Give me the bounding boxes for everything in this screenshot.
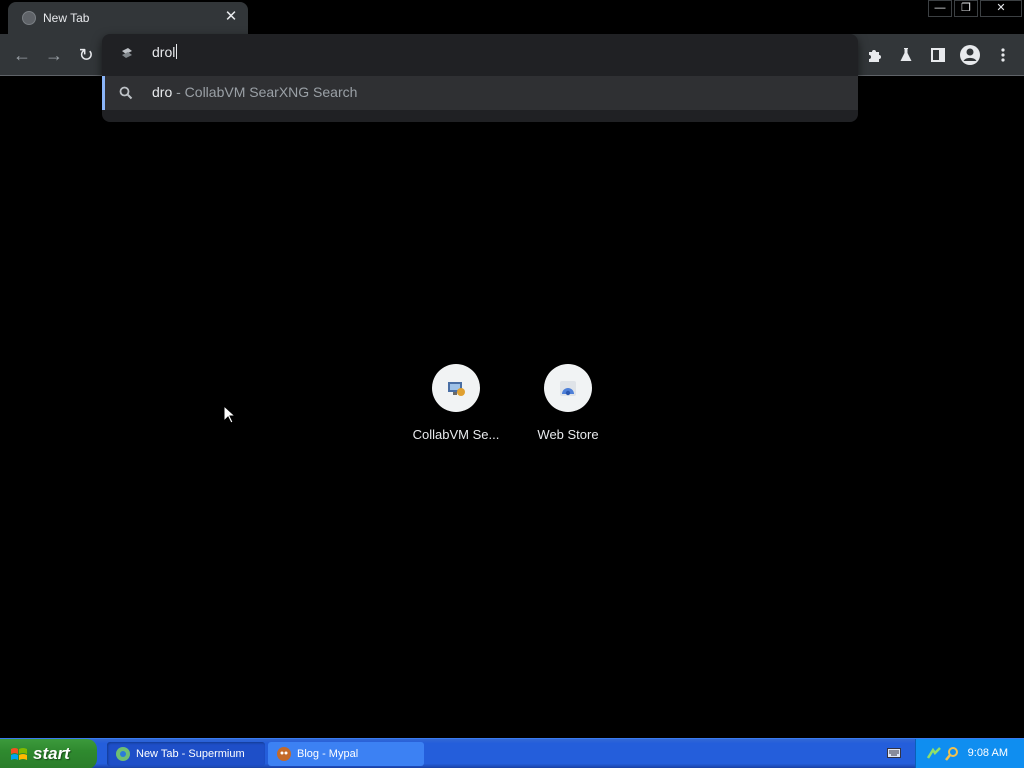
suggestion-description: - CollabVM SearXNG Search	[172, 84, 358, 100]
magnifier-icon[interactable]	[944, 746, 960, 762]
taskbar-item-label: Blog - Mypal	[297, 748, 359, 760]
taskbar-item-supermium[interactable]: New Tab - Supermium	[107, 742, 265, 766]
reload-button[interactable]: ↻	[72, 41, 100, 69]
taskbar: start New Tab - Supermium Blog - Mypal 9…	[0, 738, 1024, 768]
address-input[interactable]: drol	[152, 44, 178, 60]
supermium-icon	[116, 747, 130, 761]
tab-strip: New Tab ✕ — ❐ ✕	[0, 0, 1024, 34]
menu-icon[interactable]	[990, 42, 1016, 68]
restore-button[interactable]: ❐	[954, 0, 978, 17]
shortcut-label: Web Store	[537, 427, 599, 442]
start-button[interactable]: start	[0, 739, 97, 768]
suggestion-text: dro - CollabVM SearXNG Search	[152, 84, 357, 100]
web-store-icon	[544, 364, 592, 412]
shortcut-label: CollabVM Se...	[412, 427, 500, 442]
taskbar-item-label: New Tab - Supermium	[136, 748, 245, 760]
network-icon[interactable]	[926, 746, 942, 762]
system-tray: 9:08 AM	[915, 739, 1024, 768]
forward-button[interactable]: →	[40, 41, 68, 69]
minimize-button[interactable]: —	[928, 0, 952, 17]
suggestion-query: dro	[152, 84, 173, 100]
flask-icon[interactable]	[893, 42, 919, 68]
shortcut-web-store[interactable]: Web Store	[518, 364, 618, 454]
globe-icon	[22, 11, 36, 25]
keyboard-icon[interactable]	[887, 747, 901, 759]
profile-icon[interactable]	[957, 42, 983, 68]
omnibox-dropdown: drol dro - CollabVM SearXNG Search	[102, 34, 858, 122]
start-label: start	[33, 744, 70, 763]
shortcut-collabvm[interactable]: CollabVM Se...	[406, 364, 506, 454]
text-caret	[176, 44, 178, 59]
close-window-button[interactable]: ✕	[980, 0, 1022, 17]
windows-flag-icon	[11, 748, 27, 760]
puzzle-icon[interactable]	[861, 42, 887, 68]
window-controls: — ❐ ✕	[926, 0, 1024, 18]
search-icon	[119, 86, 133, 100]
tab-title: New Tab	[43, 11, 90, 25]
clock[interactable]: 9:08 AM	[968, 747, 1008, 759]
omnibox-suggestion[interactable]: dro - CollabVM SearXNG Search	[102, 76, 858, 110]
omnibox-input-row[interactable]: drol	[102, 34, 858, 74]
taskbar-item-mypal[interactable]: Blog - Mypal	[268, 742, 424, 766]
mypal-icon	[277, 747, 291, 761]
address-input-value: drol	[152, 44, 176, 60]
side-panel-icon[interactable]	[925, 42, 951, 68]
site-info-icon[interactable]	[120, 47, 134, 61]
tab-new-tab[interactable]: New Tab ✕	[8, 2, 248, 34]
back-button[interactable]: ←	[8, 41, 36, 69]
collabvm-icon	[432, 364, 480, 412]
mouse-cursor-icon	[223, 405, 237, 424]
desktop: New Tab ✕ — ❐ ✕ ← → ↻ drol dro - CollabV…	[0, 0, 1024, 768]
tab-close-button[interactable]: ✕	[222, 8, 240, 26]
